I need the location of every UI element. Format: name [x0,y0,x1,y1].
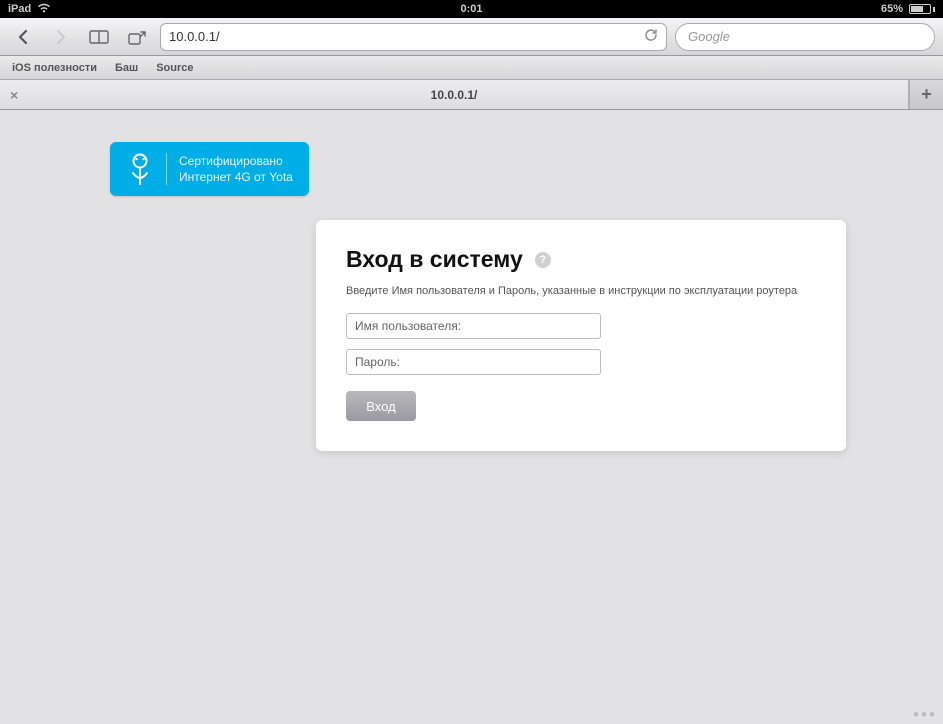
device-label: iPad [8,3,31,15]
username-field[interactable] [346,313,601,339]
reload-icon[interactable] [644,28,658,45]
search-bar[interactable]: Google [675,23,935,51]
new-tab-button[interactable]: + [909,80,943,109]
close-icon[interactable]: × [10,88,18,102]
login-button[interactable]: Вход [346,391,416,421]
tab-title: 10.0.0.1/ [431,88,478,102]
yota-logo-icon [126,152,154,186]
yota-line1: Сертифицировано [179,153,293,169]
login-hint: Введите Имя пользователя и Пароль, указа… [346,285,816,297]
battery-icon [909,4,935,14]
wifi-icon [37,3,51,16]
bookmark-item[interactable]: Source [156,62,193,74]
bookmark-item[interactable]: iOS полезности [12,62,97,74]
bookmarks-button[interactable] [84,23,114,51]
bookmarks-bar: iOS полезности Баш Source [0,56,943,80]
back-button[interactable] [8,23,38,51]
bookmark-item[interactable]: Баш [115,62,138,74]
login-card: Вход в систему ? Введите Имя пользовател… [316,220,846,451]
clock: 0:01 [460,3,482,15]
battery-pct: 65% [881,3,903,15]
share-button[interactable] [122,23,152,51]
search-placeholder: Google [688,29,730,44]
page-content: Сертифицировано Интернет 4G от Yota Вход… [0,110,943,724]
forward-button[interactable] [46,23,76,51]
login-title: Вход в систему [346,246,523,273]
help-icon[interactable]: ? [535,252,551,268]
resize-handle-icon: ●●● [913,709,937,720]
yota-badge: Сертифицировано Интернет 4G от Yota [110,142,309,196]
password-field[interactable] [346,349,601,375]
url-text: 10.0.0.1/ [169,29,644,44]
tab-bar: × 10.0.0.1/ + [0,80,943,110]
status-bar: iPad 0:01 65% [0,0,943,18]
browser-tab[interactable]: × 10.0.0.1/ [0,80,909,109]
url-bar[interactable]: 10.0.0.1/ [160,23,667,51]
yota-line2: Интернет 4G от Yota [179,169,293,185]
browser-toolbar: 10.0.0.1/ Google [0,18,943,56]
